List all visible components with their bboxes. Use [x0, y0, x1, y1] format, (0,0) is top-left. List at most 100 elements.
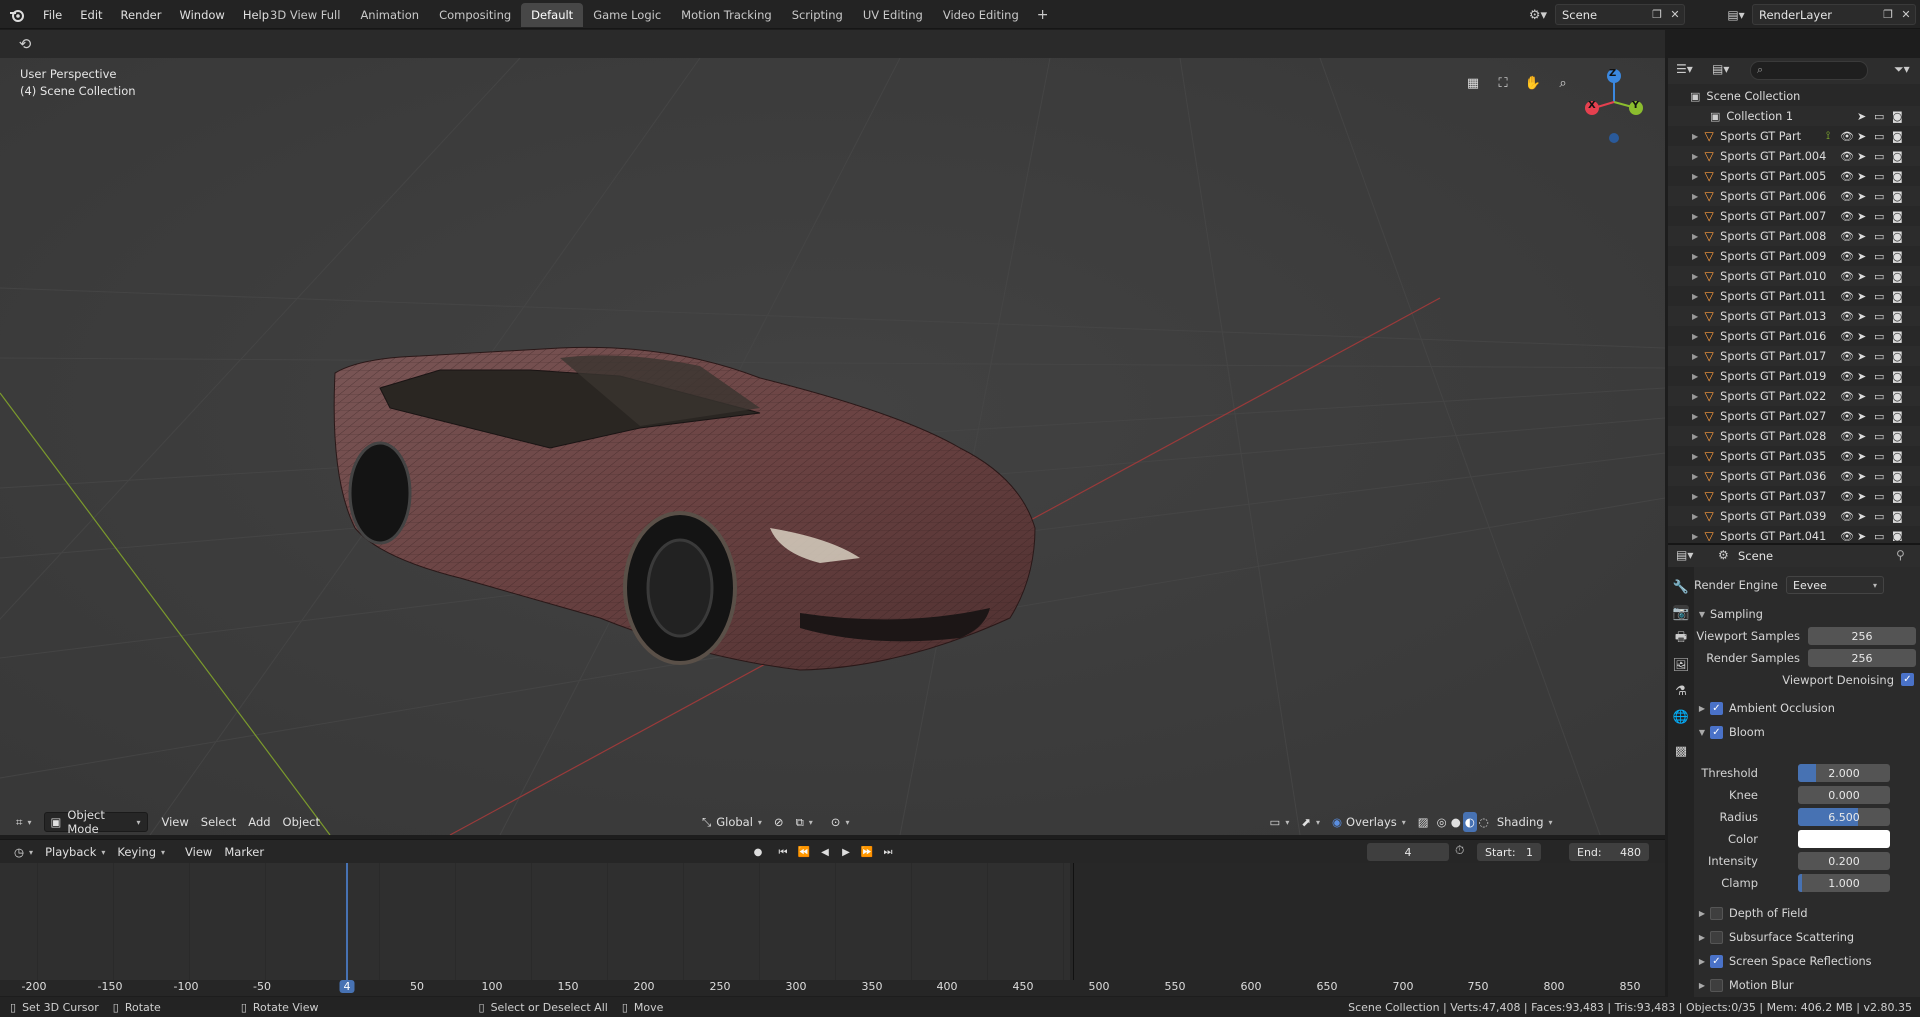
camera-render-icon[interactable]: ◙ [1892, 210, 1903, 223]
3d-viewport[interactable]: User Perspective (4) Scene Collection ▦ … [0, 58, 1665, 835]
menu-window[interactable]: Window [170, 8, 233, 22]
knee-slider[interactable]: 0.000 [1798, 786, 1890, 804]
eye-icon[interactable]: 👁 [1840, 150, 1854, 163]
new-layer-icon[interactable]: ❐ [1879, 6, 1897, 24]
view-layer-icon[interactable]: ▤▾ [1722, 5, 1750, 25]
camera-render-icon[interactable]: ◙ [1892, 530, 1903, 542]
monitor-icon[interactable]: ▭ [1874, 230, 1884, 243]
expand-arrow-icon[interactable]: ▶ [1692, 232, 1698, 241]
tab-3d-view-full[interactable]: 3D View Full [260, 3, 350, 27]
bloom-checkbox[interactable]: ✓ [1710, 725, 1723, 739]
expand-arrow-icon[interactable]: ▶ [1692, 392, 1698, 401]
object-mode-dropdown[interactable]: ▣ Object Mode ▾ [43, 808, 148, 835]
monitor-icon[interactable]: ▭ [1874, 350, 1884, 363]
monitor-icon[interactable]: ▭ [1874, 290, 1884, 303]
outliner-root[interactable]: ▣ Scene Collection [1668, 86, 1920, 106]
camera-render-icon[interactable]: ◙ [1892, 290, 1903, 303]
selectable-icon[interactable]: ➤ [1857, 390, 1866, 403]
rendered-shading-icon[interactable]: ◌ [1477, 812, 1491, 832]
expand-arrow-icon[interactable]: ▶ [1692, 192, 1698, 201]
view-layer-tab-icon[interactable]: 🖼 [1673, 657, 1690, 673]
sampling-section[interactable]: ▼ Sampling [1694, 604, 1920, 624]
tool-tab-icon[interactable]: 🔧 [1673, 579, 1689, 595]
eye-icon[interactable]: 👁 [1840, 250, 1854, 263]
outliner-item[interactable]: ▶ ▽ Sports GT Part.028 👁 ➤ ▭ ◙ [1668, 426, 1920, 446]
monitor-icon[interactable]: ▭ [1874, 190, 1884, 203]
scene-selector-icon[interactable]: ⚙▾ [1524, 5, 1552, 25]
selectable-icon[interactable]: ➤ [1857, 130, 1866, 143]
eye-icon[interactable]: 👁 [1840, 510, 1854, 523]
outliner-item[interactable]: ▶ ▽ Sports GT Part.039 👁 ➤ ▭ ◙ [1668, 506, 1920, 526]
add-workspace-button[interactable]: + [1029, 3, 1057, 27]
outliner-item[interactable]: ▶ ▽ Sports GT Part ⟟ 👁 ➤ ▭ ◙ [1668, 126, 1920, 146]
selectable-icon[interactable]: ➤ [1857, 290, 1866, 303]
expand-arrow-icon[interactable]: ▶ [1692, 472, 1698, 481]
monitor-icon[interactable]: ▭ [1874, 390, 1884, 403]
expand-arrow-icon[interactable]: ▶ [1692, 152, 1698, 161]
scene-tab-icon[interactable]: ⚗ [1673, 683, 1689, 699]
playhead[interactable] [346, 863, 348, 980]
editor-type-button[interactable]: ⌗ ▾ [10, 812, 38, 832]
outliner-item[interactable]: ▶ ▽ Sports GT Part.013 👁 ➤ ▭ ◙ [1668, 306, 1920, 326]
tab-uv-editing[interactable]: UV Editing [853, 3, 933, 27]
expand-arrow-icon[interactable]: ▶ [1692, 292, 1698, 301]
pivot-icon[interactable]: ⊘ [768, 812, 790, 832]
outliner-item[interactable]: ▶ ▽ Sports GT Part.041 👁 ➤ ▭ ◙ [1668, 526, 1920, 541]
render-engine-dropdown[interactable]: Eevee ▾ [1786, 576, 1884, 594]
camera-icon[interactable]: ⛶ [1492, 72, 1514, 94]
scene-field[interactable]: Scene ❐ ✕ [1555, 4, 1685, 25]
camera-render-icon[interactable]: ◙ [1892, 410, 1903, 423]
navigation-gizmo[interactable]: Z Y X [1580, 66, 1660, 146]
ssr-section[interactable]: ▶ ✓ Screen Space Reflections [1694, 951, 1920, 971]
bloom-section[interactable]: ▼ ✓ Bloom [1694, 722, 1920, 742]
shading-dropdown[interactable]: Shading ▾ [1491, 812, 1559, 832]
proportional-edit-icon[interactable]: ⊙ ▾ [825, 812, 856, 832]
menu-add[interactable]: Add [242, 812, 276, 832]
transform-tool-icon[interactable]: ⟲ [12, 33, 38, 55]
expand-arrow-icon[interactable]: ▶ [1692, 432, 1698, 441]
eye-icon[interactable]: 👁 [1840, 210, 1854, 223]
menu-view[interactable]: View [156, 812, 195, 832]
motion-blur-checkbox[interactable] [1710, 978, 1723, 992]
outliner-item[interactable]: ▶ ▽ Sports GT Part.027 👁 ➤ ▭ ◙ [1668, 406, 1920, 426]
monitor-icon[interactable]: ▭ [1874, 470, 1884, 483]
expand-arrow-icon[interactable]: ▶ [1692, 412, 1698, 421]
clamp-slider[interactable]: 1.000 [1798, 874, 1890, 892]
menu-edit[interactable]: Edit [71, 8, 111, 22]
outliner-item[interactable]: ▶ ▽ Sports GT Part.010 👁 ➤ ▭ ◙ [1668, 266, 1920, 286]
camera-render-icon[interactable]: ◙ [1892, 350, 1903, 363]
render-disable-icon[interactable]: ◙ [1892, 110, 1903, 123]
tab-motion-tracking[interactable]: Motion Tracking [671, 3, 782, 27]
selectable-icon[interactable]: ➤ [1857, 350, 1866, 363]
outliner-item[interactable]: ▶ ▽ Sports GT Part.019 👁 ➤ ▭ ◙ [1668, 366, 1920, 386]
gizmo-toggle-icon[interactable]: ⬈ ▾ [1295, 812, 1326, 832]
camera-render-icon[interactable]: ◙ [1892, 230, 1903, 243]
selectable-icon[interactable]: ➤ [1857, 310, 1866, 323]
play-icon[interactable]: ▶ [836, 843, 856, 861]
outliner-search-input[interactable]: ⌕ [1750, 61, 1868, 80]
start-frame-field[interactable]: Start: 1 [1477, 843, 1541, 861]
camera-render-icon[interactable]: ◙ [1892, 130, 1903, 143]
wireframe-shading-icon[interactable]: ◎ [1435, 812, 1449, 832]
outliner-item[interactable]: ▶ ▽ Sports GT Part.007 👁 ➤ ▭ ◙ [1668, 206, 1920, 226]
expand-arrow-icon[interactable]: ▶ [1692, 452, 1698, 461]
properties-editor-icon[interactable]: ▤▾ [1676, 548, 1693, 562]
zoom-icon[interactable]: ⌕ [1552, 72, 1574, 94]
expand-arrow-icon[interactable]: ▶ [1692, 352, 1698, 361]
selectable-icon[interactable]: ➤ [1857, 370, 1866, 383]
marker-menu[interactable]: Marker [218, 842, 270, 862]
material-shading-icon[interactable]: ◐ [1462, 812, 1477, 832]
output-tab-icon[interactable]: 🖶 [1673, 630, 1689, 647]
tab-video-editing[interactable]: Video Editing [933, 3, 1029, 27]
camera-render-icon[interactable]: ◙ [1892, 510, 1903, 523]
selectable-icon[interactable]: ➤ [1857, 230, 1866, 243]
subsurface-checkbox[interactable] [1710, 930, 1723, 944]
outliner-item[interactable]: ▶ ▽ Sports GT Part.006 👁 ➤ ▭ ◙ [1668, 186, 1920, 206]
new-scene-icon[interactable]: ❐ [1648, 6, 1666, 24]
overlays-dropdown[interactable]: ◉ Overlays ▾ [1326, 812, 1412, 832]
menu-select[interactable]: Select [195, 812, 242, 832]
pin-icon[interactable]: ⚲ [1896, 548, 1905, 562]
camera-render-icon[interactable]: ◙ [1892, 370, 1903, 383]
expand-arrow-icon[interactable]: ▶ [1692, 312, 1698, 321]
selectable-icon[interactable]: ➤ [1857, 250, 1866, 263]
